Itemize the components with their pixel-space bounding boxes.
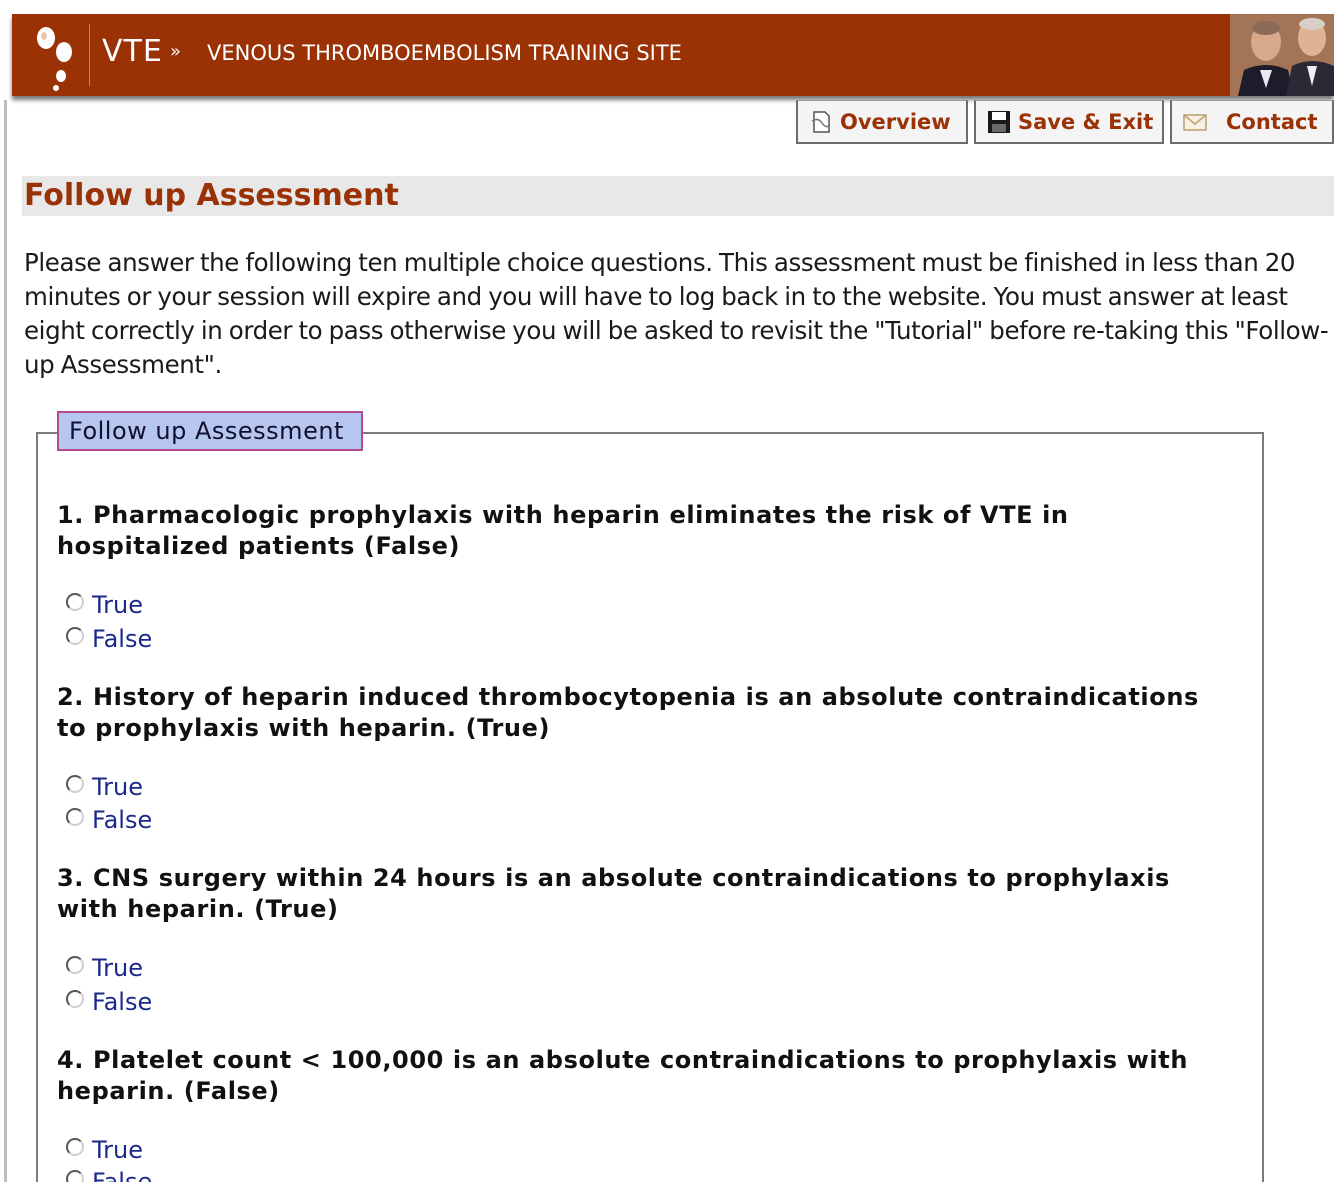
- q2-option-false[interactable]: False: [66, 804, 152, 836]
- brand-name: VTE: [102, 34, 163, 69]
- option-label: False: [92, 625, 153, 653]
- option-label: False: [92, 1168, 153, 1182]
- q1-option-false[interactable]: False: [66, 623, 152, 655]
- page-title: Follow up Assessment: [24, 178, 399, 213]
- option-label: False: [92, 988, 153, 1016]
- q2-option-true[interactable]: True: [66, 771, 143, 803]
- radio-button[interactable]: [66, 593, 84, 611]
- option-label: True: [92, 591, 143, 619]
- q3-option-true[interactable]: True: [66, 952, 143, 984]
- question-4: 4. Platelet count < 100,000 is an absolu…: [57, 1046, 1188, 1105]
- question-3: 3. CNS surgery within 24 hours is an abs…: [57, 864, 1170, 923]
- option-label: True: [92, 773, 143, 801]
- radio-button[interactable]: [66, 1170, 84, 1182]
- site-header: VTE » VENOUS THROMBOEMBOLISM TRAINING SI…: [12, 14, 1334, 96]
- breadcrumb-separator: »: [170, 41, 182, 62]
- option-label: False: [92, 806, 153, 834]
- overview-button[interactable]: Overview: [796, 100, 968, 144]
- option-label: True: [92, 1136, 143, 1164]
- instructions-text: Please answer the following ten multiple…: [24, 248, 1329, 379]
- q3-option-false[interactable]: False: [66, 986, 152, 1018]
- left-border: [4, 100, 7, 1182]
- radio-button[interactable]: [66, 1138, 84, 1156]
- q4-option-true[interactable]: True: [66, 1134, 143, 1166]
- radio-button[interactable]: [66, 990, 84, 1008]
- page: VTE » VENOUS THROMBOEMBOLISM TRAINING SI…: [0, 0, 1334, 1182]
- radio-button[interactable]: [66, 956, 84, 974]
- q1-option-true[interactable]: True: [66, 589, 143, 621]
- header-divider: [89, 24, 90, 86]
- header-photo: [1230, 14, 1334, 96]
- radio-button[interactable]: [66, 627, 84, 645]
- site-title: VENOUS THROMBOEMBOLISM TRAINING SITE: [207, 41, 682, 65]
- radio-button[interactable]: [66, 808, 84, 826]
- contact-label: Contact: [1226, 109, 1318, 134]
- overview-label: Overview: [840, 109, 951, 134]
- contact-button[interactable]: Contact: [1170, 100, 1334, 144]
- save-exit-button[interactable]: Save & Exit: [974, 100, 1164, 144]
- question-2: 2. History of heparin induced thrombocyt…: [57, 683, 1199, 742]
- vte-logo-icon: [37, 27, 72, 91]
- envelope-icon: [1183, 113, 1207, 131]
- option-label: True: [92, 954, 143, 982]
- document-icon: [811, 110, 831, 133]
- q4-option-false[interactable]: False: [66, 1166, 152, 1182]
- fieldset-legend: Follow up Assessment: [57, 411, 363, 451]
- radio-button[interactable]: [66, 775, 84, 793]
- question-1: 1. Pharmacologic prophylaxis with hepari…: [57, 501, 1069, 560]
- title-band: Follow up Assessment: [22, 176, 1334, 216]
- floppy-disk-icon: [988, 110, 1010, 133]
- save-exit-label: Save & Exit: [1018, 109, 1154, 134]
